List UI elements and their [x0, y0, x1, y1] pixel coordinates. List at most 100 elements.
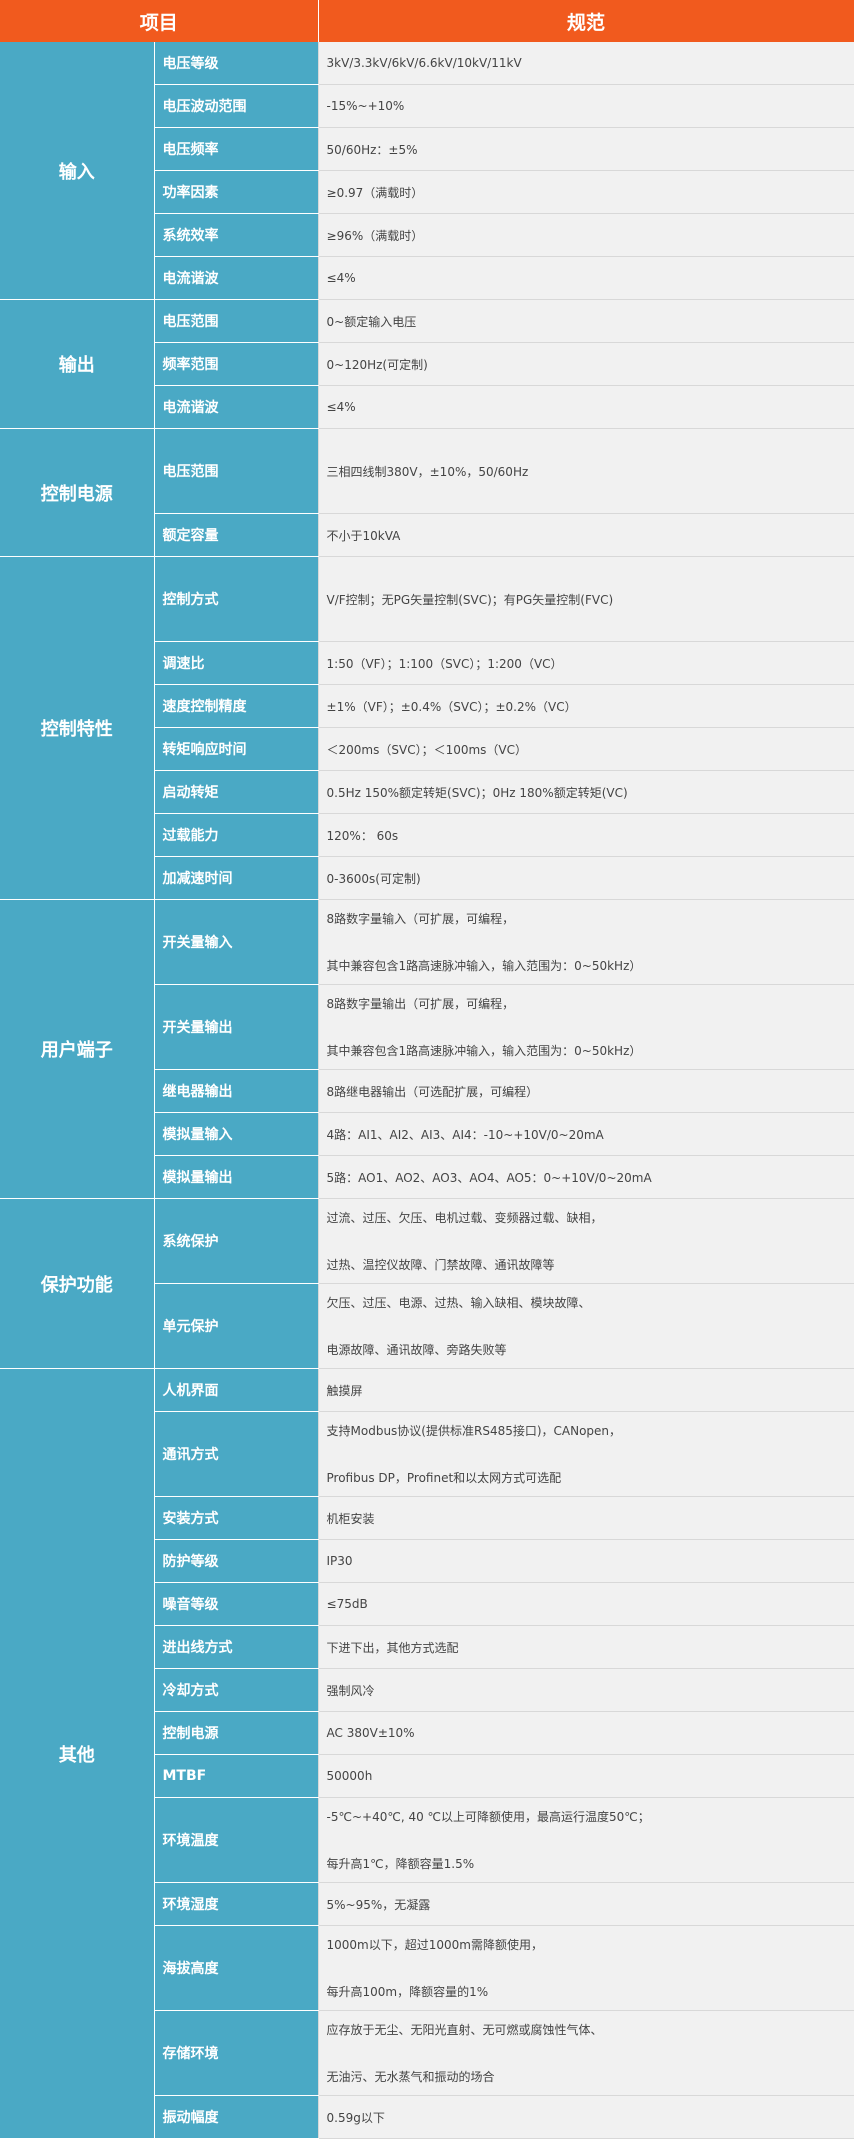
value-cell: 支持Modbus协议(提供标准RS485接口)，CANopen， Profibus…: [317, 1411, 854, 1497]
value-cell: 120%： 60s: [317, 813, 854, 857]
value-line: ≤4%: [326, 271, 356, 285]
value-line: ≤4%: [326, 400, 356, 414]
item-cell: 开关量输入: [153, 899, 319, 985]
value-line: 5%~95%，无凝露: [326, 1897, 431, 1912]
value-cell: 5路：AO1、AO2、AO3、AO4、AO5：0~+10V/0~20mA: [317, 1155, 854, 1199]
value-cell: 过流、过压、欠压、电机过载、变频器过载、缺相， 过热、温控仪故障、门禁故障、通讯故…: [317, 1198, 854, 1284]
value-line: V/F控制；无PG矢量控制(SVC)；有PG矢量控制(FVC): [326, 592, 614, 607]
value-cell: -5℃~+40℃, 40 ℃以上可降额使用，最高运行温度50℃； 每升高1℃，降额…: [317, 1797, 854, 1883]
value-cell: ≤4%: [317, 256, 854, 300]
category-cell: 输出: [0, 299, 154, 429]
item-cell: 启动转矩: [153, 770, 319, 814]
item-cell: 电压范围: [153, 299, 319, 343]
value-cell: 0.59g以下: [317, 2095, 854, 2139]
value-cell: ≤75dB: [317, 1582, 854, 1626]
item-cell: 继电器输出: [153, 1069, 319, 1113]
value-cell: 0.5Hz 150%额定转矩(SVC)；0Hz 180%额定转矩(VC): [317, 770, 854, 814]
category-cell: 用户端子: [0, 899, 154, 1199]
item-cell: 过载能力: [153, 813, 319, 857]
value-cell: ≤4%: [317, 385, 854, 429]
value-cell: 4路：AI1、AI2、AI3、AI4：-10~+10V/0~20mA: [317, 1112, 854, 1156]
value-line: 过热、温控仪故障、门禁故障、通讯故障等: [326, 1258, 555, 1272]
item-cell: 电压等级: [153, 42, 319, 85]
table-row: 输入 电压等级 3kV/3.3kV/6kV/6.6kV/10kV/11kV: [0, 42, 854, 300]
value-line: 机柜安装: [326, 1511, 375, 1526]
item-cell: 存储环境: [153, 2010, 319, 2096]
value-line: 不小于10kVA: [326, 528, 401, 543]
value-line: AC 380V±10%: [326, 1726, 415, 1740]
item-cell: 环境湿度: [153, 1882, 319, 1926]
value-cell: 50000h: [317, 1754, 854, 1798]
value-line: 三相四线制380V，±10%，50/60Hz: [326, 464, 529, 479]
value-line: 每升高100m，降额容量的1%: [326, 1985, 489, 1999]
value-cell: 三相四线制380V，±10%，50/60Hz: [317, 428, 854, 514]
item-cell: 环境温度: [153, 1797, 319, 1883]
value-line: 每升高1℃，降额容量1.5%: [326, 1857, 475, 1871]
value-line: 1:50（VF）；1:100（SVC）；1:200（VC）: [326, 656, 563, 671]
value-cell: -15%~+10%: [317, 84, 854, 128]
item-cell: 噪音等级: [153, 1582, 319, 1626]
category-cell: 其他: [0, 1368, 154, 2139]
value-cell: V/F控制；无PG矢量控制(SVC)；有PG矢量控制(FVC): [317, 556, 854, 642]
item-cell: 速度控制精度: [153, 684, 319, 728]
value-line: Profibus DP，Profinet和以太网方式可选配: [326, 1471, 562, 1485]
header-spec: 规范: [318, 0, 854, 42]
value-cell: 不小于10kVA: [317, 513, 854, 557]
value-line: 1000m以下，超过1000m需降额使用，: [326, 1938, 543, 1952]
value-line: ±1%（VF）；±0.4%（SVC）；±0.2%（VC）: [326, 699, 577, 714]
table-row: 控制电源 电压范围 三相四线制380V，±10%，50/60Hz: [0, 428, 854, 557]
value-cell: 触摸屏: [317, 1368, 854, 1412]
item-cell: 人机界面: [153, 1368, 319, 1412]
category-cell: 输入: [0, 42, 154, 300]
value-line: 4路：AI1、AI2、AI3、AI4：-10~+10V/0~20mA: [326, 1127, 604, 1142]
value-cell: 3kV/3.3kV/6kV/6.6kV/10kV/11kV: [317, 42, 854, 85]
value-cell: 0-3600s(可定制): [317, 856, 854, 900]
item-cell: 电压范围: [153, 428, 319, 514]
value-line: 下进下出，其他方式选配: [326, 1640, 459, 1655]
table-row: 保护功能 系统保护 过流、过压、欠压、电机过载、变频器过载、缺相， 过热、温控仪故障、…: [0, 1198, 854, 1369]
value-cell: ≥0.97（满载时）: [317, 170, 854, 214]
item-cell: 电流谐波: [153, 256, 319, 300]
value-line: 欠压、过压、电源、过热、输入缺相、模块故障、: [326, 1296, 591, 1310]
item-cell: 控制方式: [153, 556, 319, 642]
value-cell: 下进下出，其他方式选配: [317, 1625, 854, 1669]
value-cell: 0~额定输入电压: [317, 299, 854, 343]
value-line: 支持Modbus协议(提供标准RS485接口)，CANopen，: [326, 1424, 622, 1438]
value-cell: 欠压、过压、电源、过热、输入缺相、模块故障、 电源故障、通讯故障、旁路失败等: [317, 1283, 854, 1369]
value-line: 其中兼容包含1路高速脉冲输入，输入范围为：0~50kHz）: [326, 1044, 642, 1058]
value-line: 应存放于无尘、无阳光直射、无可燃或腐蚀性气体、: [326, 2023, 603, 2037]
value-line: -5℃~+40℃, 40 ℃以上可降额使用，最高运行温度50℃；: [326, 1810, 650, 1824]
value-cell: 1:50（VF）；1:100（SVC）；1:200（VC）: [317, 641, 854, 685]
item-cell: 电压频率: [153, 127, 319, 171]
item-cell: 进出线方式: [153, 1625, 319, 1669]
item-cell: 振动幅度: [153, 2095, 319, 2139]
item-cell: 安装方式: [153, 1496, 319, 1540]
value-line: 8路数字量输出（可扩展，可编程，: [326, 997, 515, 1011]
category-cell: 控制特性: [0, 556, 154, 900]
category-cell: 控制电源: [0, 428, 154, 557]
value-line: 0.5Hz 150%额定转矩(SVC)；0Hz 180%额定转矩(VC): [326, 785, 628, 800]
item-cell: 控制电源: [153, 1711, 319, 1755]
value-cell: 0~120Hz(可定制): [317, 342, 854, 386]
value-line: 0~120Hz(可定制): [326, 357, 428, 372]
value-line: IP30: [326, 1554, 353, 1568]
value-line: 8路数字量输入（可扩展，可编程，: [326, 912, 515, 926]
value-cell: ±1%（VF）；±0.4%（SVC）；±0.2%（VC）: [317, 684, 854, 728]
table-row: 用户端子 开关量输入 8路数字量输入（可扩展，可编程， 其中兼容包含1路高速脉冲输入，…: [0, 899, 854, 1199]
value-cell: 应存放于无尘、无阳光直射、无可燃或腐蚀性气体、 无油污、无水蒸气和振动的场合: [317, 2010, 854, 2096]
value-line: 无油污、无水蒸气和振动的场合: [326, 2070, 495, 2084]
header-item: 项目: [0, 0, 319, 42]
value-cell: 1000m以下，超过1000m需降额使用， 每升高100m，降额容量的1%: [317, 1925, 854, 2011]
spec-body: 输入 电压等级 3kV/3.3kV/6kV/6.6kV/10kV/11kV 电压波动范…: [0, 42, 854, 2139]
table-row: 控制特性 控制方式 V/F控制；无PG矢量控制(SVC)；有PG矢量控制(FVC): [0, 556, 854, 900]
value-line: 3kV/3.3kV/6kV/6.6kV/10kV/11kV: [326, 56, 522, 70]
item-cell: 海拔高度: [153, 1925, 319, 2011]
item-cell: 额定容量: [153, 513, 319, 557]
value-line: -15%~+10%: [326, 99, 405, 113]
value-line: 5路：AO1、AO2、AO3、AO4、AO5：0~+10V/0~20mA: [326, 1170, 652, 1185]
value-cell: 8路继电器输出（可选配扩展，可编程）: [317, 1069, 854, 1113]
value-line: 其中兼容包含1路高速脉冲输入，输入范围为：0~50kHz）: [326, 959, 642, 973]
table-header-row: 项目 规范: [0, 0, 854, 42]
value-line: ≤75dB: [326, 1597, 368, 1611]
item-cell: 电流谐波: [153, 385, 319, 429]
